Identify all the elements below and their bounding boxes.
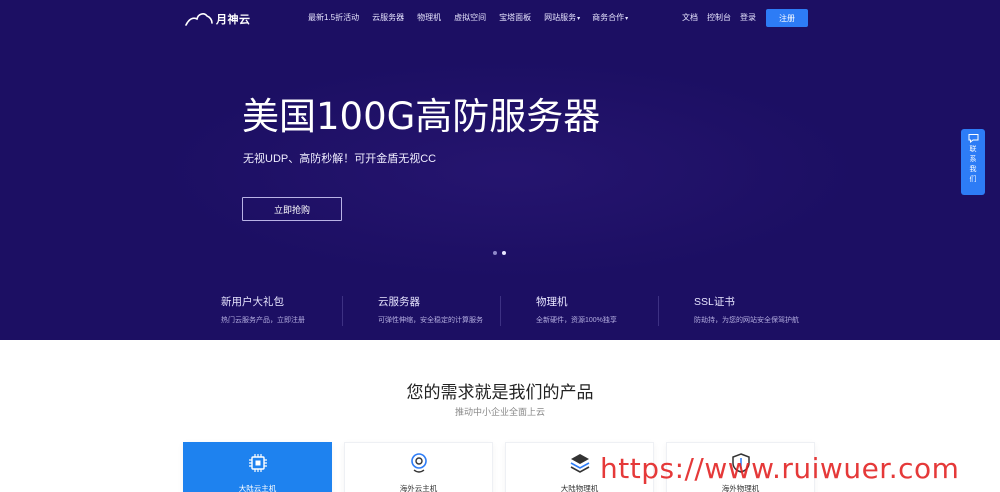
feature-cloud-server[interactable]: 云服务器 可弹性伸缩，安全稳定的计算服务 [378,294,483,328]
login-link[interactable]: 登录 [740,12,756,23]
hero-banner: 月神云 最新1.5折活动 云服务器 物理机 虚拟空间 宝塔面板 网站服务▾ 商务… [0,0,1000,340]
register-button[interactable]: 注册 [766,9,808,27]
console-link[interactable]: 控制台 [707,12,731,23]
nav-right: 文档 控制台 登录 [682,12,765,23]
carousel-dot-active[interactable] [502,251,506,255]
feature-desc: 全新硬件，资源100%独享 [536,317,617,324]
contact-us-float[interactable]: 联系我们 [961,129,985,195]
feature-desc: 可弹性伸缩，安全稳定的计算服务 [378,317,483,324]
buy-now-button[interactable]: 立即抢购 [242,197,342,221]
brand-name: 月神云 [216,14,251,26]
feature-title: SSL证书 [694,296,735,308]
feature-new-user[interactable]: 新用户大礼包 热门云服务产品，立即注册 [221,294,305,328]
main-menu: 最新1.5折活动 云服务器 物理机 虚拟空间 宝塔面板 网站服务▾ 商务合作▾ [308,12,640,23]
card-label: 海外云主机 [399,484,438,492]
product-card-overseas-cloud[interactable]: 海外云主机 [344,442,493,492]
feature-title: 云服务器 [378,296,420,308]
location-icon [411,453,427,473]
feature-title: 新用户大礼包 [221,296,284,308]
logo[interactable]: 月神云 [185,10,251,28]
top-nav: 月神云 最新1.5折活动 云服务器 物理机 虚拟空间 宝塔面板 网站服务▾ 商务… [0,0,1000,36]
carousel-dot[interactable] [493,251,497,255]
feature-title: 物理机 [536,296,568,308]
docs-link[interactable]: 文档 [682,12,698,23]
chat-icon [968,134,978,143]
divider [342,296,343,326]
feature-desc: 热门云服务产品，立即注册 [221,317,305,324]
feature-ssl[interactable]: SSL证书 防劫持，为您的网站安全保驾护航 [694,294,799,328]
watermark-url: https://www.ruiwuer.com [600,452,960,485]
nav-item-cloud-server[interactable]: 云服务器 [372,12,405,23]
feature-strip: 新用户大礼包 热门云服务产品，立即注册 云服务器 可弹性伸缩，安全稳定的计算服务… [180,294,820,328]
chip-icon [249,454,267,472]
product-card-mainland-cloud[interactable]: 大陆云主机 [183,442,332,492]
section-subtitle: 推动中小企业全面上云 [454,407,545,417]
carousel-dots [493,251,506,255]
divider [500,296,501,326]
section-title: 您的需求就是我们的产品 [406,383,594,402]
layers-icon [570,454,590,473]
nav-item-virtual-host[interactable]: 虚拟空间 [454,12,487,23]
hero-subtitle: 无视UDP、高防秒解！可开金盾无视CC [243,153,437,165]
cloud-logo-icon [185,13,213,26]
divider [658,296,659,326]
nav-item-business[interactable]: 商务合作▾ [592,12,628,23]
chevron-down-icon: ▾ [577,16,581,22]
contact-us-label: 联系我们 [969,146,977,183]
nav-item-physical[interactable]: 物理机 [417,12,442,23]
card-label: 大陆云主机 [238,484,277,492]
feature-physical[interactable]: 物理机 全新硬件，资源100%独享 [536,294,617,328]
nav-item-bt-panel[interactable]: 宝塔面板 [499,12,532,23]
nav-item-promo[interactable]: 最新1.5折活动 [308,12,360,23]
feature-desc: 防劫持，为您的网站安全保驾护航 [694,317,799,324]
chevron-down-icon: ▾ [625,16,629,22]
nav-item-web-services[interactable]: 网站服务▾ [544,12,580,23]
hero-title: 美国100G高防服务器 [242,95,601,138]
